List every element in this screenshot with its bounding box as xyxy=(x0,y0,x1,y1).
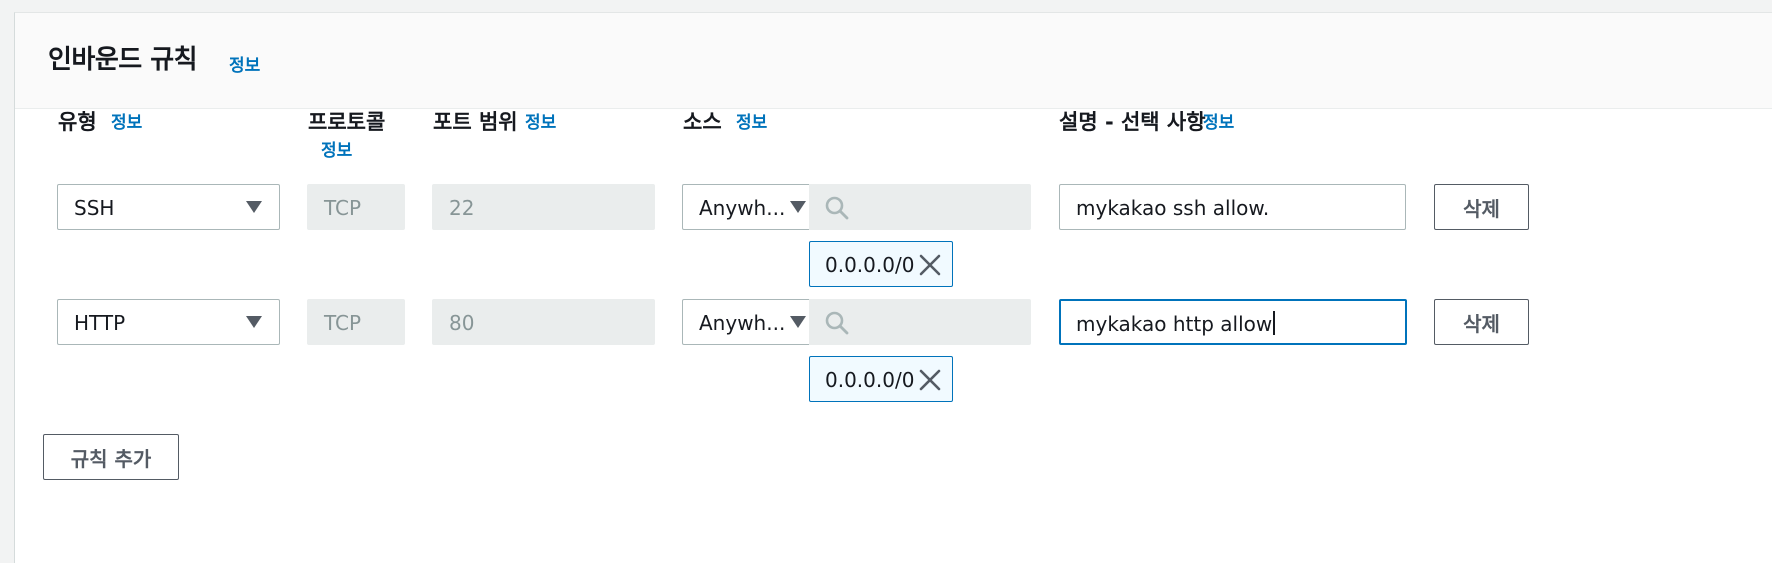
rule-1-description-value: mykakao ssh allow. xyxy=(1076,196,1270,220)
rule-1-source-type-select[interactable]: Anywh... xyxy=(682,184,810,230)
column-info-protocol[interactable]: 정보 xyxy=(321,136,352,161)
rule-1-port-field: 22 xyxy=(432,184,655,230)
close-icon[interactable] xyxy=(918,368,942,392)
panel-title: 인바운드 규칙 xyxy=(48,45,198,75)
column-label-description: 설명 - 선택 사항 xyxy=(1059,110,1206,134)
rule-2-protocol-field: TCP xyxy=(307,299,405,345)
rule-2-protocol-value: TCP xyxy=(324,311,362,335)
caret-down-icon xyxy=(790,201,806,213)
inbound-rules-panel: 인바운드 규칙 정보 유형 정보 프로토콜 정보 포트 범위 정보 소스 정보 … xyxy=(14,12,1772,563)
caret-down-icon xyxy=(790,316,806,328)
rule-2-cidr-token: 0.0.0.0/0 xyxy=(809,356,953,402)
column-label-source: 소스 xyxy=(683,110,722,134)
rule-1-delete-button[interactable]: 삭제 xyxy=(1434,184,1529,230)
column-info-port-range[interactable]: 정보 xyxy=(525,108,556,133)
column-label-protocol: 프로토콜 xyxy=(308,110,386,134)
rule-1-source-search-input[interactable] xyxy=(809,184,1031,230)
rule-2-source-type-select[interactable]: Anywh... xyxy=(682,299,810,345)
rule-1-type-select[interactable]: SSH xyxy=(57,184,280,230)
rule-1-cidr-value: 0.0.0.0/0 xyxy=(825,253,915,277)
column-label-type: 유형 xyxy=(58,110,97,134)
column-info-type[interactable]: 정보 xyxy=(111,108,142,133)
rule-1-source-type-value: Anywh... xyxy=(699,196,786,220)
rule-2-delete-button[interactable]: 삭제 xyxy=(1434,299,1529,345)
rule-2-source-type-value: Anywh... xyxy=(699,311,786,335)
column-label-port-range: 포트 범위 xyxy=(433,110,518,134)
search-icon xyxy=(825,196,849,220)
rule-1-cidr-token: 0.0.0.0/0 xyxy=(809,241,953,287)
close-icon[interactable] xyxy=(918,253,942,277)
caret-down-icon xyxy=(246,316,262,328)
rule-2-type-value: HTTP xyxy=(74,311,126,335)
rule-1-description-input[interactable]: mykakao ssh allow. xyxy=(1059,184,1406,230)
rule-1-type-value: SSH xyxy=(74,196,115,220)
rule-2-port-value: 80 xyxy=(449,311,475,335)
text-cursor xyxy=(1273,311,1276,335)
rule-1-port-value: 22 xyxy=(449,196,475,220)
rule-2-description-text-wrap: mykakao http allow xyxy=(1076,311,1276,336)
rule-2-description-input[interactable]: mykakao http allow xyxy=(1059,299,1407,345)
panel-header: 인바운드 규칙 정보 xyxy=(15,13,1772,109)
column-info-description[interactable]: 정보 xyxy=(1203,108,1234,133)
rule-2-cidr-value: 0.0.0.0/0 xyxy=(825,368,915,392)
rule-1-protocol-field: TCP xyxy=(307,184,405,230)
rule-2-source-search-input[interactable] xyxy=(809,299,1031,345)
rule-2-port-field: 80 xyxy=(432,299,655,345)
rule-2-type-select[interactable]: HTTP xyxy=(57,299,280,345)
caret-down-icon xyxy=(246,201,262,213)
rule-1-protocol-value: TCP xyxy=(324,196,362,220)
search-icon xyxy=(825,311,849,335)
add-rule-button[interactable]: 규칙 추가 xyxy=(43,434,179,480)
panel-title-info-link[interactable]: 정보 xyxy=(229,51,260,76)
rule-2-description-value: mykakao http allow xyxy=(1076,312,1273,336)
column-info-source[interactable]: 정보 xyxy=(736,108,767,133)
